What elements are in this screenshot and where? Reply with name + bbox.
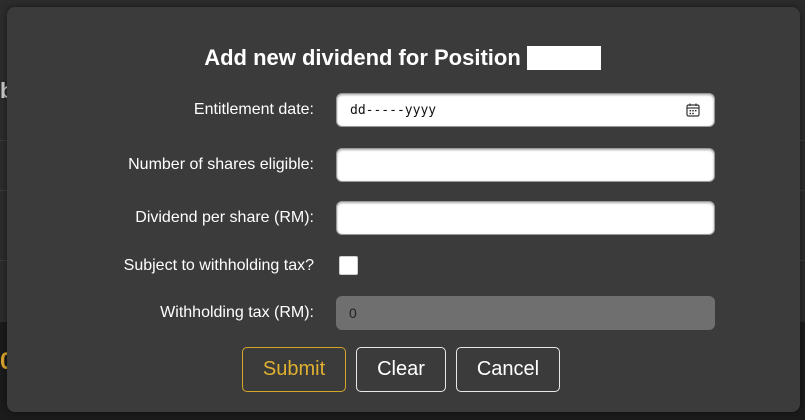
entitlement-date-input[interactable]: dd-----yyyy: [336, 93, 715, 127]
dividend-per-share-input[interactable]: [336, 201, 715, 235]
clear-button[interactable]: Clear: [356, 347, 446, 392]
shares-eligible-label: Number of shares eligible:: [128, 156, 314, 173]
dialog-title-text: Add new dividend for Position: [204, 45, 521, 70]
position-name-redacted: [526, 46, 601, 70]
dialog-title: Add new dividend for Position: [0, 45, 805, 71]
entitlement-date-label: Entitlement date:: [193, 101, 314, 118]
shares-eligible-input[interactable]: [336, 148, 715, 182]
cancel-button[interactable]: Cancel: [456, 347, 560, 392]
entitlement-date-placeholder: dd-----yyyy: [350, 103, 437, 118]
withholding-tax-input: 0: [336, 296, 715, 330]
withholding-subject-label: Subject to withholding tax?: [123, 257, 314, 274]
dividend-per-share-label: Dividend per share (RM):: [135, 209, 314, 226]
withholding-subject-checkbox[interactable]: [339, 256, 358, 275]
withholding-tax-value: 0: [349, 305, 357, 321]
withholding-tax-label: Withholding tax (RM):: [160, 304, 314, 321]
calendar-icon[interactable]: [686, 103, 700, 117]
submit-button[interactable]: Submit: [242, 347, 346, 392]
